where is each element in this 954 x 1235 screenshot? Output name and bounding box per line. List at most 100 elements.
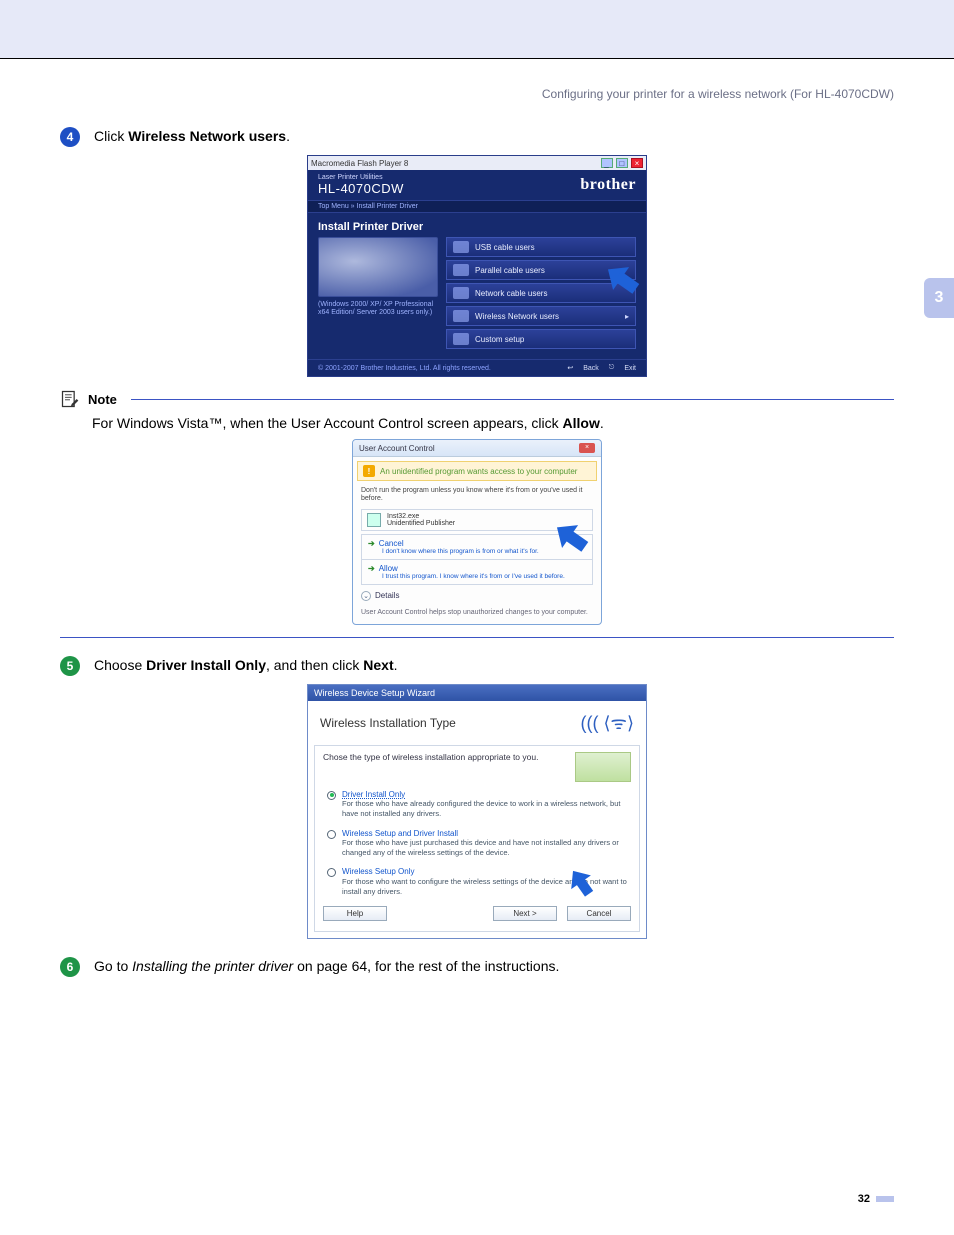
wizard-titlebar: Wireless Device Setup Wizard xyxy=(308,685,646,701)
chevron-down-icon: ⌄ xyxy=(361,591,371,601)
step-6-italic: Installing the printer driver xyxy=(132,958,293,974)
option-custom-label: Custom setup xyxy=(475,335,524,344)
back-button[interactable]: Back xyxy=(583,365,599,372)
brand-logo: brother xyxy=(580,176,636,194)
radio-setup-and-driver[interactable]: Wireless Setup and Driver InstallFor tho… xyxy=(327,829,627,858)
step-4-post: . xyxy=(286,128,290,144)
step-5-bold1: Driver Install Only xyxy=(146,657,266,673)
step-4-pre: Click xyxy=(94,128,128,144)
step-6: 6 Go to Installing the printer driver on… xyxy=(60,957,894,977)
step-5-text: Choose Driver Install Only, and then cli… xyxy=(94,656,398,676)
chapter-tab: 3 xyxy=(924,278,954,318)
note-body-bold: Allow xyxy=(563,415,600,431)
radio1-desc: For those who have already configured th… xyxy=(342,799,620,818)
close-icon[interactable]: × xyxy=(579,443,595,453)
radio-dot-icon xyxy=(327,868,336,877)
installer-header: Laser Printer Utilities HL-4070CDW broth… xyxy=(308,170,646,200)
option-usb[interactable]: USB cable users▸ xyxy=(446,237,636,257)
cancel-button[interactable]: Cancel xyxy=(567,906,631,921)
step-5-bold2: Next xyxy=(363,657,393,673)
note-body-pre: For Windows Vista™, when the User Accoun… xyxy=(92,415,563,431)
chevron-right-icon: ▸ xyxy=(625,312,629,321)
minimize-icon[interactable]: _ xyxy=(601,158,613,168)
wizard-window: Wireless Device Setup Wizard Wireless In… xyxy=(307,684,647,939)
step-badge-5: 5 xyxy=(60,656,80,676)
step-6-post: on page 64, for the rest of the instruct… xyxy=(293,958,559,974)
uac-titlebar: User Account Control × xyxy=(353,440,601,457)
exit-button[interactable]: Exit xyxy=(624,365,636,372)
option-network-label: Network cable users xyxy=(475,289,547,298)
option-usb-label: USB cable users xyxy=(475,243,535,252)
step-6-text: Go to Installing the printer driver on p… xyxy=(94,957,559,977)
window-control-buttons: _ □ × xyxy=(600,158,643,168)
top-lavender-band xyxy=(0,0,954,58)
page-number-accent xyxy=(876,1196,894,1202)
running-head: Configuring your printer for a wireless … xyxy=(60,59,894,109)
breadcrumb: Top Menu » Install Printer Driver xyxy=(308,200,646,213)
radio-driver-install-only[interactable]: Driver Install OnlyFor those who have al… xyxy=(327,790,627,819)
help-button[interactable]: Help xyxy=(323,906,387,921)
radio3-title: Wireless Setup Only xyxy=(342,867,414,876)
step-4-text: Click Wireless Network users. xyxy=(94,127,290,147)
step-6-pre: Go to xyxy=(94,958,132,974)
installer-window: Macromedia Flash Player 8 _ □ × Laser Pr… xyxy=(307,155,647,377)
uac-allow-desc: I trust this program. I know where it's … xyxy=(382,573,586,580)
page-number: 32 xyxy=(858,1193,870,1205)
radio2-title: Wireless Setup and Driver Install xyxy=(342,829,458,838)
uac-title: User Account Control xyxy=(359,444,435,453)
uac-details-label: Details xyxy=(375,591,399,600)
radio-dot-icon xyxy=(327,791,336,800)
step-5-post: . xyxy=(394,657,398,673)
close-icon[interactable]: × xyxy=(631,158,643,168)
step-4-bold: Wireless Network users xyxy=(128,128,286,144)
usb-icon xyxy=(453,241,469,253)
uac-allow-choice[interactable]: ➔Allow I trust this program. I know wher… xyxy=(361,560,593,585)
option-custom[interactable]: Custom setup▸ xyxy=(446,329,636,349)
option-wireless[interactable]: Wireless Network users▸ xyxy=(446,306,636,326)
wizard-lead-text: Chose the type of wireless installation … xyxy=(323,752,538,762)
step-5: 5 Choose Driver Install Only, and then c… xyxy=(60,656,894,676)
note-pencil-icon xyxy=(60,389,80,409)
custom-icon xyxy=(453,333,469,345)
installer-copyright: © 2001-2007 Brother Industries, Ltd. All… xyxy=(318,365,491,372)
uac-allow-title: Allow xyxy=(379,564,398,573)
arrow-right-icon: ➔ xyxy=(368,539,375,548)
product-model: HL-4070CDW xyxy=(318,181,404,196)
installer-section-title: Install Printer Driver xyxy=(308,213,646,237)
network-icon xyxy=(453,287,469,299)
note-body-post: . xyxy=(600,415,604,431)
radio-dot-icon xyxy=(327,830,336,839)
step-5-pre: Choose xyxy=(94,657,146,673)
uac-banner: ! An unidentified program wants access t… xyxy=(357,461,597,481)
uac-banner-text: An unidentified program wants access to … xyxy=(380,467,577,476)
wizard-decoration-icon xyxy=(575,752,631,782)
figure-installer: Macromedia Flash Player 8 _ □ × Laser Pr… xyxy=(60,155,894,377)
step-4: 4 Click Wireless Network users. xyxy=(60,127,894,147)
next-button[interactable]: Next > xyxy=(493,906,557,921)
exit-door-icon[interactable]: ⎋ xyxy=(609,364,615,372)
uac-footer-text: User Account Control helps stop unauthor… xyxy=(353,605,601,624)
printer-illustration xyxy=(318,237,438,297)
installer-window-title: Macromedia Flash Player 8 xyxy=(311,159,408,168)
figure-wizard: Wireless Device Setup Wizard Wireless In… xyxy=(60,684,894,939)
wireless-logo-icon: ((( ⟨ᯤ⟩ xyxy=(581,711,634,735)
uac-cancel-desc: I don't know where this program is from … xyxy=(382,548,586,555)
maximize-icon[interactable]: □ xyxy=(616,158,628,168)
figure-uac: User Account Control × ! An unidentified… xyxy=(60,439,894,625)
parallel-icon xyxy=(453,264,469,276)
product-subtitle: Laser Printer Utilities xyxy=(318,174,404,181)
wizard-header: Wireless Installation Type ((( ⟨ᯤ⟩ xyxy=(308,701,646,739)
note-end-rule xyxy=(60,637,894,638)
wizard-heading: Wireless Installation Type xyxy=(320,716,456,730)
step-badge-6: 6 xyxy=(60,957,80,977)
radio1-title: Driver Install Only xyxy=(342,790,405,799)
program-file-icon xyxy=(367,513,381,527)
note-label: Note xyxy=(88,392,117,407)
warning-shield-icon: ! xyxy=(363,465,375,477)
uac-details-toggle[interactable]: ⌄ Details xyxy=(361,591,593,601)
note-rule xyxy=(131,399,894,400)
uac-paragraph: Don't run the program unless you know wh… xyxy=(353,485,601,506)
back-arrow-icon[interactable]: ↩ xyxy=(567,364,573,372)
step-badge-4: 4 xyxy=(60,127,80,147)
uac-cancel-title: Cancel xyxy=(379,539,404,548)
